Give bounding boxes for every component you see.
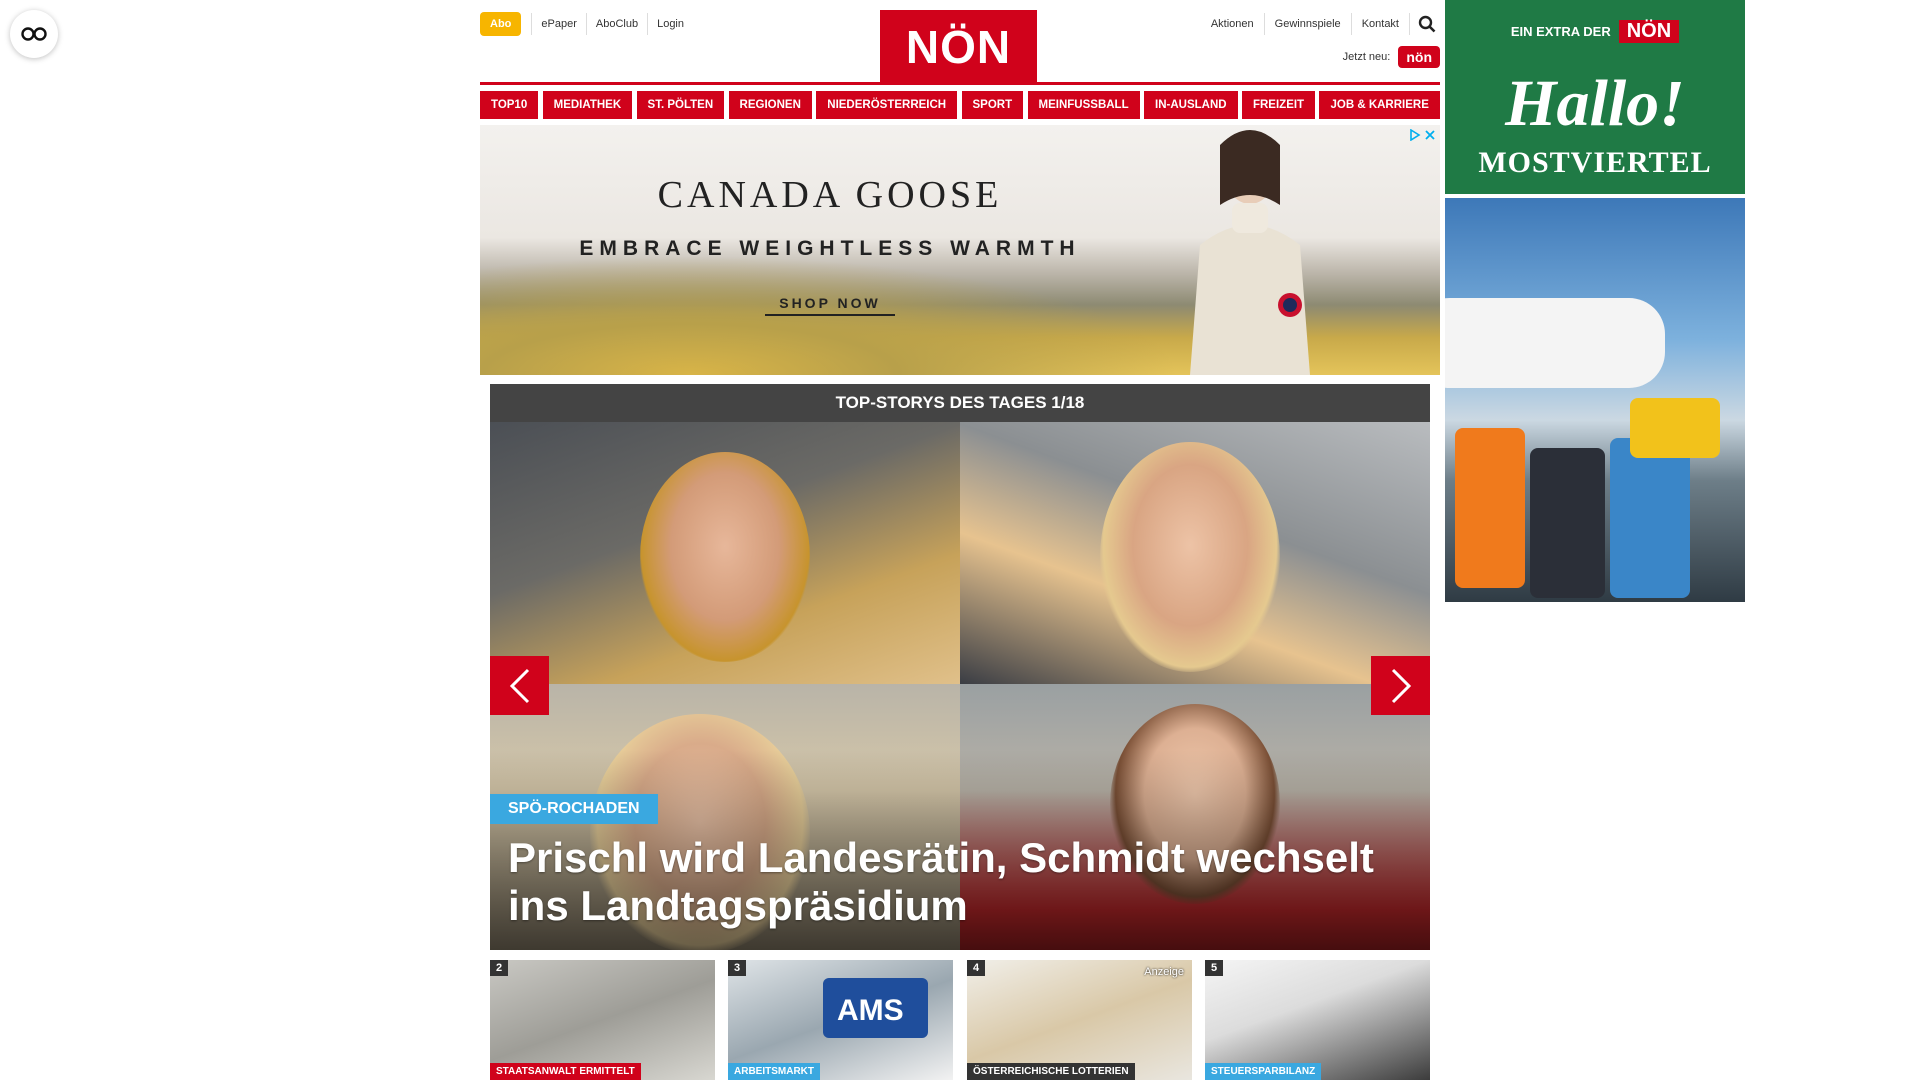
accessibility-toggle-button[interactable]: [10, 10, 58, 58]
aktionen-link[interactable]: Aktionen: [1201, 13, 1265, 35]
chevron-right-icon: [1391, 668, 1411, 703]
teaser-ad-label: Anzeige: [1144, 966, 1184, 978]
jetzt-neu-badge[interactable]: nön: [1398, 46, 1440, 68]
hallo-subtitle: MOSTVIERTEL: [1478, 146, 1712, 179]
kontakt-link[interactable]: Kontakt: [1352, 13, 1410, 35]
ad-close-icon: [1425, 130, 1435, 140]
teaser-number: 4: [967, 960, 986, 976]
ams-sign-image: AMS: [823, 978, 928, 1038]
jetzt-neu-promo: Jetzt neu: nön: [1343, 46, 1440, 68]
teaser-card[interactable]: 2 STAATSANWALT ERMITTELT: [490, 960, 715, 1080]
epaper-link[interactable]: ePaper: [531, 13, 585, 35]
nav-item-mediathek[interactable]: MEDIATHEK: [542, 91, 633, 119]
teaser-card[interactable]: 5 STEUERSPARBILANZ: [1205, 960, 1430, 1080]
teaser-tag: STEUERSPARBILANZ: [1205, 1063, 1322, 1080]
site-logo[interactable]: NÖN: [880, 10, 1037, 83]
header-right-links: Aktionen Gewinnspiele Kontakt: [1201, 12, 1440, 36]
main-navigation: TOP10 MEDIATHEK ST. PÖLTEN REGIONEN NIED…: [480, 91, 1440, 119]
abo-button[interactable]: Abo: [480, 12, 522, 36]
header: Abo ePaper AboClub Login NÖN Aktionen Ge…: [480, 0, 1440, 85]
nav-item-top10[interactable]: TOP10: [480, 91, 539, 119]
header-left-links: Abo ePaper AboClub Login: [480, 12, 693, 36]
ad-banner[interactable]: CANADA GOOSE EMBRACE WEIGHTLESS WARMTH S…: [480, 125, 1440, 375]
teaser-tag: ARBEITSMARKT: [728, 1063, 820, 1080]
ad-info-icon: [1410, 129, 1421, 141]
hallo-title: Hallo!: [1505, 67, 1685, 140]
teaser-number: 3: [728, 960, 747, 976]
sidebar-ad[interactable]: EIN EXTRA DER NÖN Hallo! MOSTVIERTEL: [1445, 0, 1745, 602]
jetzt-neu-label: Jetzt neu:: [1342, 51, 1391, 63]
nav-item-meinfussball[interactable]: MEINFUSSBALL: [1027, 91, 1140, 119]
slider-next-button[interactable]: [1371, 656, 1430, 715]
photo-person-2: [960, 422, 1430, 684]
story-kicker[interactable]: SPÖ-ROCHADEN: [490, 794, 658, 824]
teaser-tag: ÖSTERREICHISCHE LOTTERIEN: [967, 1063, 1135, 1080]
ad-model-image: [1190, 130, 1310, 375]
glasses-icon: [21, 27, 47, 41]
chevron-left-icon: [509, 668, 529, 703]
nav-item-freizeit[interactable]: FREIZEIT: [1241, 91, 1316, 119]
teaser-card[interactable]: 3 AMS ARBEITSMARKT: [728, 960, 953, 1080]
story-headline[interactable]: Prischl wird Landesrätin, Schmidt wechse…: [508, 834, 1388, 930]
teaser-number: 2: [490, 960, 509, 976]
hallo-top-line: EIN EXTRA DER NÖN: [1445, 20, 1745, 43]
photo-person-1: [490, 422, 960, 684]
nav-item-niederoesterreich[interactable]: NIEDERÖSTERREICH: [816, 91, 958, 119]
ad-brand: CANADA GOOSE: [657, 174, 1003, 216]
login-link[interactable]: Login: [647, 13, 693, 35]
teaser-row: 2 STAATSANWALT ERMITTELT 3 AMS ARBEITSMA…: [490, 960, 1430, 1080]
teaser-tag: STAATSANWALT ERMITTELT: [490, 1063, 641, 1080]
ad-choices[interactable]: [1409, 129, 1436, 141]
airplane-image: [1445, 298, 1665, 388]
hallo-non-logo: NÖN: [1618, 20, 1680, 43]
ad-tagline: EMBRACE WEIGHTLESS WARMTH: [579, 237, 1081, 260]
hallo-top-text: EIN EXTRA DER: [1510, 24, 1611, 39]
top-stories-slider: TOP-STORYS DES TAGES 1/18 SPÖ-ROCHADEN P…: [490, 384, 1430, 950]
slider-prev-button[interactable]: [490, 656, 549, 715]
search-icon: [1418, 15, 1436, 33]
nav-item-regionen[interactable]: REGIONEN: [728, 91, 812, 119]
search-button[interactable]: [1414, 12, 1440, 36]
ad-shop-now-link[interactable]: SHOP NOW: [765, 295, 895, 316]
teaser-number: 5: [1205, 960, 1224, 976]
airport-ad-image[interactable]: [1445, 198, 1745, 602]
slider-header: TOP-STORYS DES TAGES 1/18: [490, 384, 1430, 422]
svg-text:AMS: AMS: [837, 994, 904, 1027]
aboclub-link[interactable]: AboClub: [585, 13, 647, 35]
nav-item-in-ausland[interactable]: IN-AUSLAND: [1144, 91, 1238, 119]
nav-item-st-poelten[interactable]: ST. PÖLTEN: [636, 91, 725, 119]
hallo-mostviertel-ad[interactable]: EIN EXTRA DER NÖN Hallo! MOSTVIERTEL: [1445, 0, 1745, 194]
nav-item-job-karriere[interactable]: JOB & KARRIERE: [1319, 91, 1440, 119]
teaser-card[interactable]: 4 Anzeige ÖSTERREICHISCHE LOTTERIEN: [967, 960, 1192, 1080]
gewinnspiele-link[interactable]: Gewinnspiele: [1265, 13, 1352, 35]
nav-item-sport[interactable]: SPORT: [961, 91, 1024, 119]
header-divider: [480, 82, 1440, 85]
